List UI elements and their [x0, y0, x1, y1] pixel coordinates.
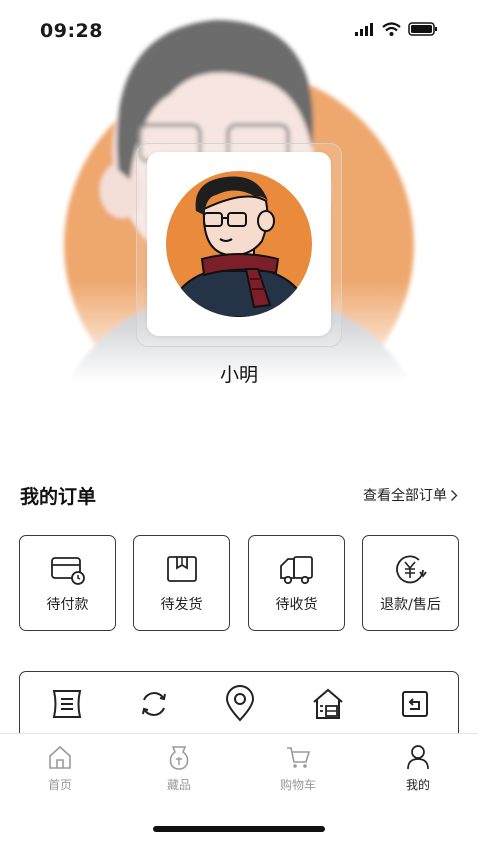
cart-icon [287, 747, 310, 768]
tab-bar: 首页 藏品 购物车 我的 [0, 733, 478, 850]
profile-hero [0, 0, 478, 400]
username: 小明 [219, 364, 258, 386]
collection-icon [169, 746, 189, 770]
wallet-icon [51, 557, 85, 585]
orders-header: 我的订单 查看全部订单 [20, 482, 458, 512]
refund-icon [396, 555, 427, 584]
status-bar: 09:28 [0, 0, 478, 60]
tab-collection[interactable]: 藏品 [139, 744, 219, 800]
return-icon[interactable] [395, 684, 435, 724]
home-icon [49, 745, 71, 769]
view-all-orders-link[interactable]: 查看全部订单 [363, 485, 458, 505]
warehouse-icon[interactable] [308, 684, 348, 724]
tab-profile[interactable]: 我的 [378, 744, 458, 800]
chevron-right-icon [451, 489, 458, 501]
tile-refund-after-sale[interactable]: 退款/售后 [362, 535, 459, 631]
location-icon[interactable] [220, 684, 260, 724]
tile-pending-payment[interactable]: 待付款 [19, 535, 116, 631]
home-indicator [153, 826, 325, 832]
tile-pending-shipment[interactable]: 待发货 [133, 535, 230, 631]
ticket-icon[interactable] [47, 684, 87, 724]
tile-pending-receipt[interactable]: 待收货 [248, 535, 345, 631]
order-status-tiles: 待付款 待发货 待收货 退款/售后 [19, 535, 459, 631]
avatar-illustration [166, 171, 312, 317]
battery-icon [408, 22, 437, 36]
package-icon [167, 556, 197, 582]
refresh-icon[interactable] [134, 684, 174, 724]
truck-icon [280, 556, 313, 585]
signal-icon [355, 22, 373, 36]
orders-title: 我的订单 [20, 486, 97, 508]
tab-cart[interactable]: 购物车 [258, 744, 338, 800]
tab-home[interactable]: 首页 [20, 744, 100, 800]
user-icon [407, 745, 429, 770]
status-time: 09:28 [40, 20, 103, 42]
avatar[interactable] [147, 152, 331, 336]
wifi-icon [382, 22, 401, 36]
